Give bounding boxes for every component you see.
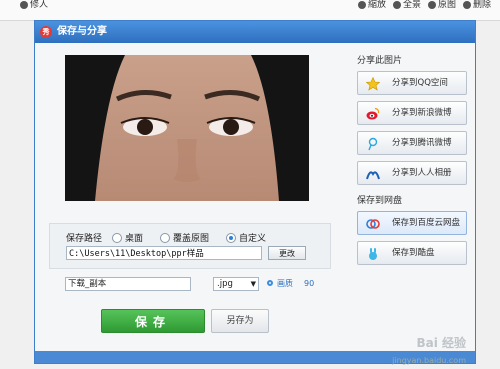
radio-desktop[interactable]: 桌面	[112, 231, 143, 244]
baidu-cloud-icon	[366, 219, 380, 229]
background-toolbar: 修人 縮放 全景 原图 删除	[0, 0, 500, 21]
change-path-button[interactable]: 更改	[268, 246, 306, 260]
tencent-weibo-icon	[368, 137, 378, 151]
original-icon	[428, 0, 436, 9]
netdisk-section-title: 保存到网盘	[357, 196, 403, 206]
save-as-button[interactable]: 另存为	[211, 309, 269, 333]
bg-toolbar-item-delete[interactable]: 删除	[463, 0, 491, 10]
dialog-titlebar[interactable]: 秀 保存与分享	[35, 21, 475, 43]
save-path-label: 保存路径	[66, 234, 103, 244]
qzone-star-icon	[366, 77, 380, 91]
save-button[interactable]: 保存	[101, 309, 205, 333]
save-kupan-button[interactable]: 保存到酷盘	[357, 241, 467, 265]
quality-settings-icon[interactable]	[267, 280, 273, 286]
photo-preview	[65, 55, 309, 201]
save-path-group: 保存路径 桌面 覆盖原图 自定义 C:\Users\11\Desktop\ppr…	[49, 223, 331, 269]
format-select[interactable]: .jpg ▼	[213, 277, 259, 291]
radio-custom[interactable]: 自定义	[226, 231, 266, 244]
bg-toolbar-item-pano[interactable]: 全景	[393, 0, 421, 10]
quality-value: 90	[304, 279, 315, 288]
share-section-title: 分享此图片	[357, 56, 403, 66]
bg-toolbar-left-item[interactable]: 修人	[20, 0, 48, 10]
save-share-dialog: 秀 保存与分享 保存路径 桌面 覆盖原图 自定义 C:\Users\11\Des…	[34, 20, 476, 364]
filename-input[interactable]: 下载_副本	[65, 277, 191, 291]
bg-toolbar-item-original[interactable]: 原图	[428, 0, 456, 10]
radio-overwrite[interactable]: 覆盖原图	[160, 231, 209, 244]
kupan-rabbit-icon	[369, 248, 377, 260]
format-value: .jpg	[217, 279, 233, 289]
pano-icon	[393, 0, 401, 9]
meitu-logo-icon: 秀	[40, 26, 52, 38]
chevron-down-icon[interactable]: ▼	[251, 278, 256, 291]
bg-toolbar-item-zoom[interactable]: 縮放	[358, 0, 386, 10]
sina-weibo-icon	[366, 107, 380, 120]
quality-link[interactable]: 画质	[277, 277, 293, 291]
face-image	[65, 55, 309, 201]
watermark-logo: Bai 经验	[416, 336, 466, 350]
share-panel: 分享此图片 分享到QQ空间 分享到新浪微博 分享到腾讯微博 分享到人人相册 保存…	[353, 47, 469, 347]
radio-dot-overwrite[interactable]	[160, 232, 170, 243]
share-renren-button[interactable]: 分享到人人相册	[357, 161, 467, 185]
save-baidu-cloud-button[interactable]: 保存到百度云网盘	[357, 211, 467, 235]
radio-dot-custom[interactable]	[226, 232, 236, 243]
share-tencent-weibo-button[interactable]: 分享到腾讯微博	[357, 131, 467, 155]
radio-dot-desktop[interactable]	[112, 232, 122, 243]
watermark-url: jingyan.baidu.com	[392, 356, 466, 365]
save-path-input[interactable]: C:\Users\11\Desktop\ppr样品	[66, 246, 262, 260]
share-qzone-button[interactable]: 分享到QQ空间	[357, 71, 467, 95]
save-panel: 保存路径 桌面 覆盖原图 自定义 C:\Users\11\Desktop\ppr…	[49, 47, 331, 347]
delete-icon	[463, 0, 471, 9]
share-sina-weibo-button[interactable]: 分享到新浪微博	[357, 101, 467, 125]
bg-icon	[20, 0, 28, 9]
renren-icon	[366, 171, 380, 180]
zoom-icon	[358, 0, 366, 9]
dialog-title: 保存与分享	[57, 26, 107, 37]
